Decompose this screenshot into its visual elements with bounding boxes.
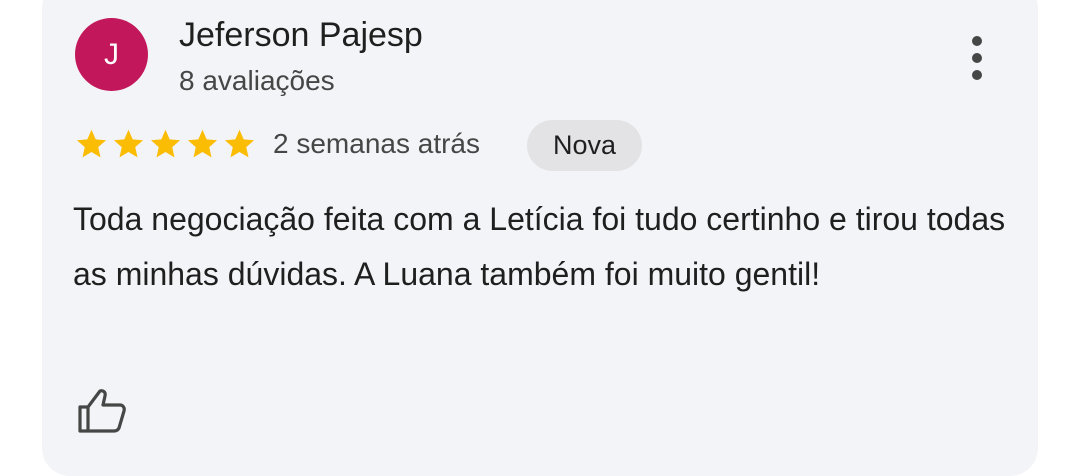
like-button[interactable]: [76, 387, 128, 435]
star-icon: [187, 129, 218, 158]
star-icon: [76, 129, 107, 158]
review-text: Toda negociação feita com a Letícia foi …: [73, 201, 1006, 292]
star-icon: [224, 129, 255, 158]
reviewer-name[interactable]: Jeferson Pajesp: [179, 16, 423, 55]
new-badge: Nova: [527, 120, 642, 171]
avatar[interactable]: J: [75, 18, 148, 91]
more-vert-icon: [972, 36, 982, 46]
thumbs-up-icon: [78, 389, 126, 433]
reviewer-review-count[interactable]: 8 avaliações: [179, 65, 335, 97]
more-vert-icon-dot: [972, 70, 982, 80]
avatar-letter: J: [104, 37, 119, 71]
more-vert-icon-dot: [972, 53, 982, 63]
star-icon: [150, 129, 181, 158]
star-icon: [113, 129, 144, 158]
review-date: 2 semanas atrás: [273, 128, 480, 159]
more-options-button[interactable]: [955, 30, 999, 86]
star-rating: [73, 126, 258, 162]
